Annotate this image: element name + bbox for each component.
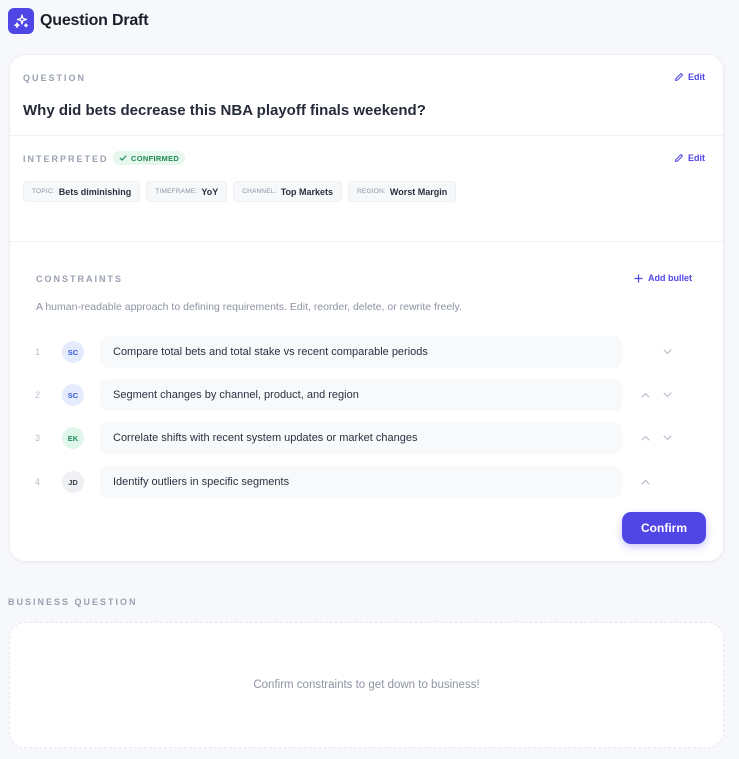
add-bullet-button[interactable]: Add bullet bbox=[634, 273, 692, 283]
chip-value: Worst Margin bbox=[389, 186, 448, 197]
question-edit-label: Edit bbox=[688, 72, 705, 82]
row-number: 2 bbox=[35, 390, 41, 400]
move-up-button[interactable] bbox=[638, 388, 652, 402]
pencil-icon bbox=[675, 154, 683, 162]
sparkles-icon bbox=[8, 8, 34, 34]
avatar: EK bbox=[62, 427, 84, 449]
plus-icon bbox=[634, 273, 643, 283]
move-up-button[interactable] bbox=[638, 431, 652, 445]
row-number: 3 bbox=[35, 433, 41, 443]
interpreted-edit-button[interactable]: Edit bbox=[674, 153, 705, 163]
question-edit-button[interactable]: Edit bbox=[674, 72, 705, 82]
constraints-label: CONSTRAINTS bbox=[36, 274, 123, 284]
check-icon bbox=[119, 155, 127, 161]
row-number: 1 bbox=[35, 347, 41, 357]
chip-channel[interactable]: CHANNEL: Top Markets bbox=[233, 181, 343, 202]
avatar: JD bbox=[62, 471, 84, 493]
chip-key: TOPIC: bbox=[32, 188, 55, 195]
chip-value: YoY bbox=[201, 186, 219, 197]
constraint-text[interactable]: Compare total bets and total stake vs re… bbox=[100, 336, 622, 368]
chevron-down-icon bbox=[663, 392, 671, 398]
chip-region[interactable]: REGION: Worst Margin bbox=[348, 181, 457, 202]
pencil-icon bbox=[675, 73, 683, 81]
business-question-label: BUSINESS QUESTION bbox=[8, 597, 138, 607]
business-question-card: Confirm constraints to get down to busin… bbox=[9, 622, 724, 748]
constraint-text[interactable]: Correlate shifts with recent system upda… bbox=[100, 422, 622, 454]
chip-key: CHANNEL: bbox=[242, 188, 277, 195]
constraint-row: 4 JD Identify outliers in specific segme… bbox=[10, 466, 723, 498]
app-header: Question Draft bbox=[8, 8, 149, 34]
move-down-button[interactable] bbox=[660, 388, 674, 402]
confirmed-badge: CONFIRMED bbox=[113, 151, 186, 165]
chip-value: Bets diminishing bbox=[58, 186, 132, 197]
divider bbox=[10, 241, 723, 242]
constraint-row: 2 SC Segment changes by channel, product… bbox=[10, 379, 723, 411]
app-title: Question Draft bbox=[40, 12, 149, 29]
add-bullet-label: Add bullet bbox=[648, 273, 692, 283]
move-up-button[interactable] bbox=[638, 475, 652, 489]
question-text: Why did bets decrease this NBA playoff f… bbox=[23, 102, 426, 119]
move-down-button[interactable] bbox=[660, 431, 674, 445]
chevron-down-icon bbox=[663, 349, 671, 355]
business-question-empty-text: Confirm constraints to get down to busin… bbox=[253, 679, 480, 691]
interpreted-label: INTERPRETED bbox=[23, 154, 109, 164]
constraints-description: A human-readable approach to defining re… bbox=[36, 301, 462, 313]
constraint-text[interactable]: Segment changes by channel, product, and… bbox=[100, 379, 622, 411]
constraint-text[interactable]: Identify outliers in specific segments bbox=[100, 466, 622, 498]
confirm-button[interactable]: Confirm bbox=[622, 512, 706, 544]
avatar: SC bbox=[62, 341, 84, 363]
interpreted-edit-label: Edit bbox=[688, 153, 705, 163]
chip-value: Top Markets bbox=[280, 186, 334, 197]
move-down-button[interactable] bbox=[660, 345, 674, 359]
question-label: QUESTION bbox=[23, 73, 87, 83]
constraint-row: 1 SC Compare total bets and total stake … bbox=[10, 336, 723, 368]
chip-timeframe[interactable]: TIMEFRAME: YoY bbox=[146, 181, 228, 202]
chevron-up-icon bbox=[641, 392, 649, 398]
avatar: SC bbox=[62, 384, 84, 406]
confirmed-badge-label: CONFIRMED bbox=[131, 153, 180, 163]
chevron-down-icon bbox=[663, 435, 671, 441]
chip-key: TIMEFRAME: bbox=[155, 188, 198, 195]
interpreted-chips: TOPIC: Bets diminishing TIMEFRAME: YoY C… bbox=[23, 181, 457, 202]
chevron-up-icon bbox=[641, 479, 649, 485]
chip-topic[interactable]: TOPIC: Bets diminishing bbox=[23, 181, 141, 202]
row-number: 4 bbox=[35, 477, 41, 487]
constraint-row: 3 EK Correlate shifts with recent system… bbox=[10, 422, 723, 454]
chevron-up-icon bbox=[641, 435, 649, 441]
divider bbox=[10, 135, 723, 136]
question-card: QUESTION Edit Why did bets decrease this… bbox=[9, 54, 724, 562]
chip-key: REGION: bbox=[357, 188, 386, 195]
